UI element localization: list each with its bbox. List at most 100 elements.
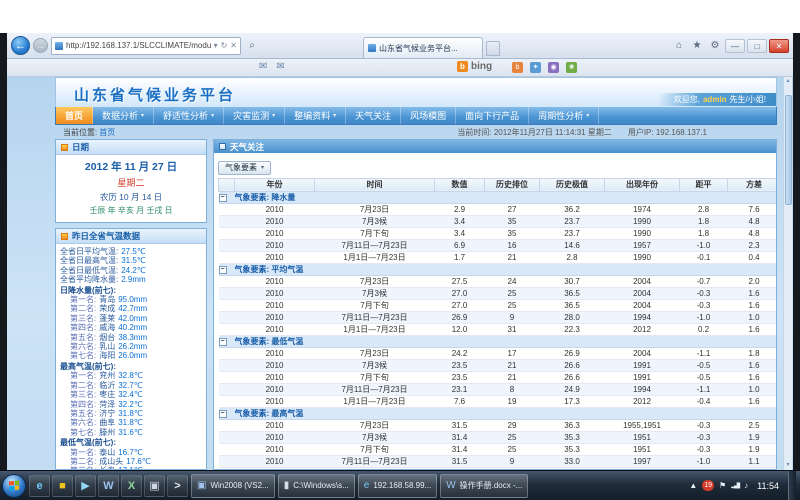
message-icon[interactable]: ✉	[276, 61, 284, 72]
refresh-icon[interactable]: ↻	[221, 41, 228, 50]
minimize-button[interactable]: —	[725, 39, 745, 53]
word-icon[interactable]: W	[98, 475, 119, 497]
chevron-down-icon[interactable]: ▾	[214, 41, 218, 50]
taskbar-button[interactable]: ▮C:\Windows\s...	[278, 474, 355, 498]
share-icon[interactable]: ✦	[530, 62, 541, 73]
close-button[interactable]: ✕	[769, 39, 789, 53]
nav-item-label: 天气关注	[355, 109, 391, 122]
status-right: 当前时间: 2012年11月27日 11:14:31 星期二 用户IP: 192…	[457, 127, 707, 138]
breadcrumb[interactable]: 首页	[99, 127, 115, 138]
table-row[interactable]: 20107月下旬31.42535.31951-0.31.9	[219, 443, 777, 455]
taskbar-button[interactable]: e192.168.58.99...	[358, 474, 437, 498]
bing-apps-icon[interactable]: b	[512, 62, 523, 73]
tools-gear-icon[interactable]: ⚙	[707, 38, 723, 54]
page-scrollbar[interactable]: ▴ ▾	[783, 77, 792, 470]
flag-icon[interactable]: ⚑	[719, 481, 726, 490]
terminal-icon[interactable]: >	[167, 475, 188, 497]
forward-button[interactable]: →	[33, 38, 48, 53]
taskbar-button[interactable]: ▣Win2008 (VS2...	[191, 474, 275, 498]
nav-item-灾害监测[interactable]: 灾害监测▾	[224, 107, 285, 124]
table-row[interactable]: 20107月23日2.92736.219742.87.6	[219, 203, 777, 215]
cell: 2010	[235, 215, 315, 227]
rank-label: 第四名:	[70, 323, 96, 332]
home-icon[interactable]: ⌂	[671, 38, 687, 54]
tray-badge[interactable]: 19	[702, 480, 714, 491]
nav-item-整编资料[interactable]: 整编资料▾	[285, 107, 346, 124]
nav-item-首页[interactable]: 首页	[56, 107, 93, 124]
section-header-row[interactable]: −气象要素: 降水量	[219, 191, 777, 203]
volume-icon[interactable]: ♪	[744, 481, 748, 490]
element-filter-button[interactable]: 气象要素 ▾	[218, 161, 271, 175]
browser-tab[interactable]: 山东省气候业务平台...	[363, 37, 483, 58]
back-button[interactable]: ←	[11, 36, 30, 55]
table-row[interactable]: 20101月1日—7月23日12.03122.320120.21.6	[219, 323, 777, 335]
section-header-row[interactable]: −气象要素: 最高气温	[219, 407, 777, 419]
cell: 2010	[235, 299, 315, 311]
folder-icon[interactable]: ■	[52, 475, 73, 497]
ie-icon[interactable]: e	[29, 475, 50, 497]
collapse-icon[interactable]: −	[219, 194, 227, 202]
tray-expand-icon[interactable]: ▲	[689, 481, 697, 490]
taskbar-button[interactable]: W操作手册.docx -...	[440, 474, 528, 498]
table-row[interactable]: 20101月1日—7月23日1.7212.81990-0.10.4	[219, 251, 777, 263]
cell: 2010	[235, 287, 315, 299]
table-row[interactable]: 20107月11日—7月23日26.9928.01994-1.01.0	[219, 311, 777, 323]
weather-icon[interactable]: ❀	[566, 62, 577, 73]
table-row[interactable]: 20107月下旬3.43523.719901.84.8	[219, 227, 777, 239]
cell: 2004	[605, 347, 680, 359]
cell: 7月下旬	[315, 371, 435, 383]
network-icon[interactable]: ▂▄█	[731, 483, 739, 489]
nav-item-数据分析[interactable]: 数据分析▾	[93, 107, 154, 124]
table-row[interactable]: 20107月3候27.02536.52004-0.31.6	[219, 287, 777, 299]
calendar-lunar: 农历 10 月 14 日	[58, 191, 204, 203]
table-row[interactable]: 20107月23日24.21726.92004-1.11.8	[219, 347, 777, 359]
collapse-icon[interactable]: −	[219, 410, 227, 418]
excel-icon[interactable]: X	[121, 475, 142, 497]
welcome-username: admin	[703, 95, 727, 104]
table-row[interactable]: 20107月23日27.52430.72004-0.72.0	[219, 275, 777, 287]
table-row[interactable]: 20107月11日—7月23日23.1824.91994-1.11.0	[219, 383, 777, 395]
search-icon[interactable]: ⌕	[244, 38, 260, 54]
collapse-icon[interactable]: −	[219, 266, 227, 274]
table-row[interactable]: 20107月3候3.43523.719901.84.8	[219, 215, 777, 227]
address-bar[interactable]: http://192.168.137.1/SLCCLIMATE/modules/…	[51, 37, 241, 55]
rank-label: 第七名:	[70, 351, 96, 360]
mail-icon[interactable]: ✉	[259, 61, 267, 72]
table-row[interactable]: 20107月3候23.52126.61991-0.51.6	[219, 359, 777, 371]
camera-icon[interactable]: ◉	[548, 62, 559, 73]
station-name: 菏泽	[99, 400, 115, 409]
table-row[interactable]: 20107月3候31.42535.31951-0.31.9	[219, 431, 777, 443]
table-row[interactable]: 20107月11日—7月23日6.91614.61957-1.02.3	[219, 239, 777, 251]
scroll-down-icon[interactable]: ▾	[784, 461, 792, 470]
bing-logo[interactable]: b bing	[457, 61, 492, 72]
taskbar-clock[interactable]: 11:54	[753, 481, 783, 491]
media-player-icon[interactable]: ▶	[75, 475, 96, 497]
show-desktop-button[interactable]	[788, 471, 796, 500]
table-row[interactable]: 20101月1日—7月23日7.61917.32012-0.41.6	[219, 395, 777, 407]
scroll-up-icon[interactable]: ▴	[784, 77, 792, 86]
table-row[interactable]: 20107月11日—7月23日31.5933.01997-1.01.1	[219, 455, 777, 467]
nav-item-风场模图[interactable]: 风场模图	[401, 107, 456, 124]
table-row[interactable]: 20107月下旬27.02536.52004-0.31.6	[219, 299, 777, 311]
section-header-row[interactable]: −气象要素: 平均气温	[219, 263, 777, 275]
new-tab-button[interactable]	[486, 41, 500, 56]
scrollbar-thumb[interactable]	[785, 95, 792, 205]
table-row[interactable]: 20107月23日31.52936.31955,1951-0.32.5	[219, 419, 777, 431]
table-body: −气象要素: 降水量20107月23日2.92736.219742.87.620…	[219, 191, 777, 469]
nav-item-面向下行产品[interactable]: 面向下行产品	[456, 107, 529, 124]
section-header-row[interactable]: −气象要素: 最低气温	[219, 335, 777, 347]
collapse-icon[interactable]: −	[219, 338, 227, 346]
cell: -0.1	[680, 251, 728, 263]
start-button[interactable]	[2, 474, 26, 498]
cell: 2004	[605, 275, 680, 287]
nav-item-周期性分析[interactable]: 周期性分析▾	[529, 107, 599, 124]
remote-desktop-icon[interactable]: ▣	[144, 475, 165, 497]
nav-item-舒适性分析[interactable]: 舒适性分析▾	[154, 107, 224, 124]
table-row[interactable]: 20101月1日—7月23日17.82127.92012-0.21.4	[219, 467, 777, 469]
nav-item-天气关注[interactable]: 天气关注	[346, 107, 401, 124]
cell: 1.4	[728, 467, 777, 469]
maximize-button[interactable]: □	[747, 39, 767, 53]
stop-icon[interactable]: ✕	[230, 41, 237, 50]
table-row[interactable]: 20107月下旬23.52126.61991-0.51.6	[219, 371, 777, 383]
favorites-star-icon[interactable]: ★	[689, 38, 705, 54]
